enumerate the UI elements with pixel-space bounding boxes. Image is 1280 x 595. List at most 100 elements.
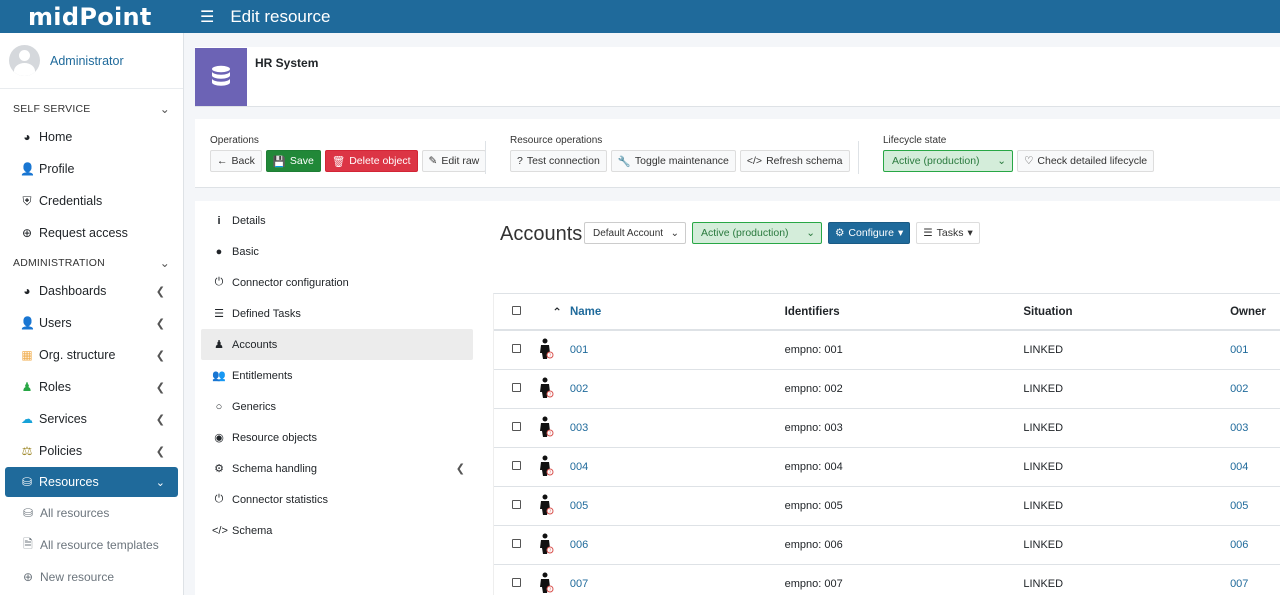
account-owner-link[interactable]: 001	[1230, 344, 1248, 356]
column-owner: Owner	[1230, 305, 1266, 318]
sidebar-item-request-access[interactable]: ⊕ Request access	[0, 217, 183, 249]
account-owner-link[interactable]: 004	[1230, 461, 1248, 473]
user-panel[interactable]: Administrator	[0, 33, 183, 89]
menu-item-details[interactable]: i Details	[195, 205, 481, 236]
sidebar-subitem-new-resource[interactable]: ⊕ New resource	[0, 561, 183, 593]
sidebar-item-label: Roles	[39, 380, 71, 394]
lifecycle-state-select[interactable]: Active (production) ⌄	[883, 150, 1013, 172]
account-person-icon: ?	[538, 377, 570, 402]
select-all-checkbox[interactable]	[512, 305, 521, 315]
sidebar-item-home[interactable]: ◕ Home	[0, 121, 183, 153]
database-icon: ⛁	[22, 506, 34, 520]
row-checkbox[interactable]	[512, 578, 521, 587]
svg-text:?: ?	[549, 470, 551, 475]
menu-item-schema[interactable]: </> Schema	[195, 515, 481, 546]
toggle-maintenance-button[interactable]: 🔧 Toggle maintenance	[610, 150, 736, 172]
row-checkbox[interactable]	[512, 344, 521, 353]
account-owner-link[interactable]: 003	[1230, 422, 1248, 434]
account-name-link[interactable]: 004	[570, 461, 588, 473]
top-navbar: midPoint ☰ Edit resource	[0, 0, 1280, 33]
eye-icon: ◉	[214, 432, 224, 444]
chevron-left-icon: ❮	[455, 463, 465, 475]
column-name[interactable]: Name	[570, 306, 785, 318]
test-connection-button[interactable]: ? Test connection	[510, 150, 607, 172]
menu-toggle-icon[interactable]: ☰	[200, 7, 214, 27]
tasks-button[interactable]: ☰ Tasks ▾	[916, 222, 980, 244]
table-row[interactable]: ? 007 empno: 007 LINKED 007	[494, 565, 1280, 595]
menu-item-label: Entitlements	[232, 369, 293, 382]
object-name: HR System	[255, 56, 319, 70]
arrow-left-icon: ←	[217, 155, 228, 167]
table-row[interactable]: ? 003 empno: 003 LINKED 003	[494, 409, 1280, 448]
menu-item-accounts[interactable]: ♟ Accounts	[201, 329, 473, 360]
sidebar-item-profile[interactable]: 👤 Profile	[0, 153, 183, 185]
toggle-maintenance-label: Toggle maintenance	[634, 155, 729, 167]
sidebar-subitem-all-resources[interactable]: ⛁ All resources	[0, 497, 183, 529]
check-detailed-lifecycle-button[interactable]: ♡ Check detailed lifecycle	[1017, 150, 1155, 172]
table-row[interactable]: ? 005 empno: 005 LINKED 005	[494, 487, 1280, 526]
trash-icon: 🗑	[331, 155, 346, 168]
menu-item-resource-objects[interactable]: ◉ Resource objects	[195, 422, 481, 453]
account-owner-link[interactable]: 007	[1230, 578, 1248, 590]
edit-raw-button[interactable]: ✎ Edit raw	[421, 150, 487, 172]
sidebar-subitem-all-resource-templates[interactable]: 🗎 All resource templates	[0, 529, 183, 561]
sidebar-item-dashboards[interactable]: ◕ Dashboards ❮	[0, 275, 183, 307]
intent-select[interactable]: Default Account ⌄	[584, 222, 686, 244]
sidebar-item-users[interactable]: 👤 Users ❮	[0, 307, 183, 339]
section-label: SELF SERVICE	[13, 103, 91, 115]
accounts-table: ⌃ Name Identifiers Situation Owner ? 001 e…	[493, 293, 1280, 595]
refresh-schema-button[interactable]: </> Refresh schema	[739, 150, 850, 172]
menu-item-connector-configuration[interactable]: ⏻ Connector configuration	[195, 267, 481, 298]
back-button[interactable]: ← Back	[210, 150, 262, 172]
table-row[interactable]: ? 006 empno: 006 LINKED 006	[494, 526, 1280, 565]
svg-text:?: ?	[549, 587, 551, 592]
sidebar-item-org-structure[interactable]: ▦ Org. structure ❮	[0, 339, 183, 371]
account-name-link[interactable]: 007	[570, 578, 588, 590]
account-name-link[interactable]: 002	[570, 383, 588, 395]
account-owner-link[interactable]: 002	[1230, 383, 1248, 395]
delete-object-button[interactable]: 🗑 Delete object	[324, 150, 418, 172]
save-button[interactable]: 💾 Save	[265, 150, 321, 172]
row-checkbox[interactable]	[512, 383, 521, 392]
tasks-icon: ☰	[923, 227, 933, 239]
lifecycle-filter-select[interactable]: Active (production) ⌄	[692, 222, 822, 244]
sidebar-item-services[interactable]: ☁ Services ❮	[0, 403, 183, 435]
account-name-link[interactable]: 001	[570, 344, 588, 356]
menu-item-entitlements[interactable]: 👥 Entitlements	[195, 360, 481, 391]
operations-label: Operations	[210, 135, 259, 146]
table-row[interactable]: ? 001 empno: 001 LINKED 001	[494, 331, 1280, 370]
section-self-service[interactable]: SELF SERVICE ⌄	[0, 97, 183, 121]
menu-item-schema-handling[interactable]: ⚙ Schema handling ❮	[195, 453, 481, 484]
account-name-link[interactable]: 003	[570, 422, 588, 434]
sidebar-item-roles[interactable]: ♟ Roles ❮	[0, 371, 183, 403]
account-owner-link[interactable]: 005	[1230, 500, 1248, 512]
account-name-link[interactable]: 005	[570, 500, 588, 512]
account-name-link[interactable]: 006	[570, 539, 588, 551]
table-row[interactable]: ? 004 empno: 004 LINKED 004	[494, 448, 1280, 487]
brand-logo[interactable]: midPoint	[0, 0, 184, 33]
menu-item-defined-tasks[interactable]: ☰ Defined Tasks	[195, 298, 481, 329]
resource-details-menu: i Details ● Basic ⏻ Connector configuration…	[195, 201, 481, 595]
table-row[interactable]: ? 002 empno: 002 LINKED 002	[494, 370, 1280, 409]
account-person-icon: ?	[538, 494, 570, 519]
plug-icon: ⏻	[214, 276, 224, 288]
sidebar-item-resources[interactable]: ⛁ Resources ⌄	[5, 467, 178, 497]
configure-button[interactable]: ⚙ Configure ▾	[828, 222, 911, 244]
account-owner-link[interactable]: 006	[1230, 539, 1248, 551]
sort-asc-icon[interactable]: ⌃	[538, 305, 570, 319]
chevron-down-icon: ⌄	[159, 256, 170, 270]
menu-item-basic[interactable]: ● Basic	[195, 236, 481, 267]
sidebar-item-policies[interactable]: ⚖ Policies ❮	[0, 435, 183, 467]
svg-text:?: ?	[549, 509, 551, 514]
tasks-icon: ☰	[214, 308, 224, 320]
menu-item-generics[interactable]: ○ Generics	[195, 391, 481, 422]
row-checkbox[interactable]	[512, 500, 521, 509]
row-checkbox[interactable]	[512, 422, 521, 431]
section-administration[interactable]: ADMINISTRATION ⌄	[0, 251, 183, 275]
sidebar-item-credentials[interactable]: ⛨ Credentials	[0, 185, 183, 217]
row-checkbox[interactable]	[512, 461, 521, 470]
menu-item-connector-statistics[interactable]: ⏻ Connector statistics	[195, 484, 481, 515]
user-name[interactable]: Administrator	[50, 54, 124, 68]
account-situation: LINKED	[1023, 383, 1064, 395]
row-checkbox[interactable]	[512, 539, 521, 548]
